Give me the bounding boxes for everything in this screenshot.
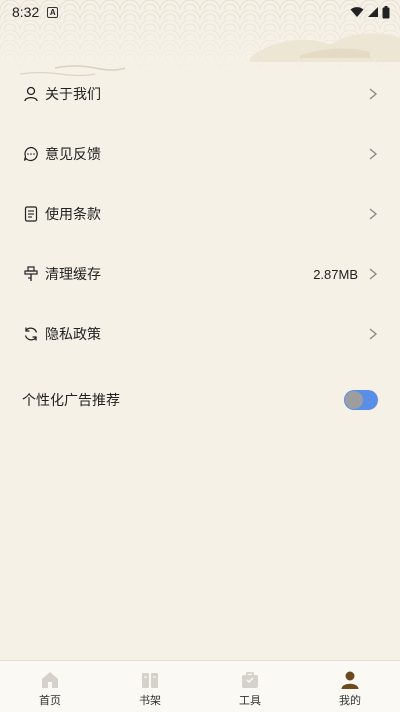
menu-item-label: 清理缓存 <box>45 266 101 282</box>
tab-tools[interactable]: 工具 <box>200 661 300 712</box>
signal-icon <box>368 7 378 17</box>
chevron-right-icon <box>369 208 378 220</box>
chat-bubble-icon <box>22 145 40 163</box>
battery-icon <box>382 5 390 18</box>
chevron-right-icon <box>369 88 378 100</box>
tab-home[interactable]: 首页 <box>0 661 100 712</box>
broom-icon <box>22 265 40 283</box>
tab-mine[interactable]: 我的 <box>300 661 400 712</box>
tab-label: 我的 <box>339 695 361 707</box>
tab-label: 工具 <box>239 695 261 707</box>
profile-icon <box>341 671 359 689</box>
menu-item-feedback[interactable]: 意见反馈 <box>0 124 400 184</box>
tab-label: 首页 <box>39 695 61 707</box>
toggle-knob <box>345 391 363 409</box>
menu-item-label: 关于我们 <box>45 86 101 102</box>
personalized-ads-toggle[interactable] <box>344 390 378 410</box>
document-icon <box>22 205 40 223</box>
personalized-ads-label: 个性化广告推荐 <box>22 392 120 408</box>
menu-item-label: 隐私政策 <box>45 326 101 342</box>
tab-label: 书架 <box>139 695 161 707</box>
bookshelf-icon <box>142 673 158 688</box>
person-icon <box>22 85 40 103</box>
menu-item-about-us[interactable]: 关于我们 <box>0 64 400 124</box>
menu-item-privacy-policy[interactable]: 隐私政策 <box>0 304 400 364</box>
chevron-right-icon <box>369 328 378 340</box>
refresh-icon <box>22 325 40 343</box>
notification-icon: A <box>47 6 59 18</box>
chevron-right-icon <box>369 148 378 160</box>
bottom-tab-bar: 首页 书架 工具 我的 <box>0 660 400 712</box>
menu-item-label: 使用条款 <box>45 206 101 222</box>
home-icon <box>42 672 58 688</box>
tab-bookshelf[interactable]: 书架 <box>100 661 200 712</box>
status-time: 8:32 <box>12 4 40 20</box>
cache-size-value: 2.87MB <box>313 266 358 282</box>
toolbox-icon <box>242 672 258 688</box>
menu-item-personalized-ads: 个性化广告推荐 <box>0 370 400 430</box>
wifi-icon <box>350 7 364 17</box>
chevron-right-icon <box>369 268 378 280</box>
menu-item-terms[interactable]: 使用条款 <box>0 184 400 244</box>
menu-item-clear-cache[interactable]: 清理缓存 2.87MB <box>0 244 400 304</box>
status-bar: 8:32 A <box>0 0 400 24</box>
menu-item-label: 意见反馈 <box>45 146 101 162</box>
